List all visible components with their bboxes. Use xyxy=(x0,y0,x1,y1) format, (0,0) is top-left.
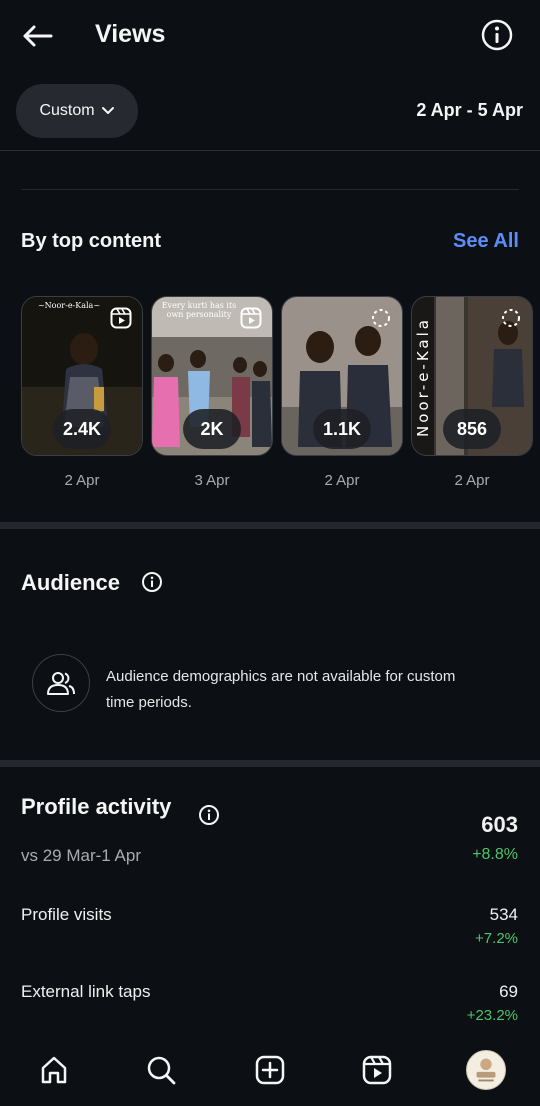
header: Views xyxy=(0,0,540,72)
section-separator xyxy=(0,760,540,767)
loading-icon xyxy=(372,309,390,327)
people-icon xyxy=(32,654,90,712)
info-icon[interactable] xyxy=(480,18,514,52)
section-separator xyxy=(0,522,540,529)
divider xyxy=(0,150,540,151)
thumbnail-caption: Noor-e-Kala xyxy=(414,317,432,437)
chevron-down-icon xyxy=(101,107,114,114)
content-date: 2 Apr xyxy=(324,472,360,489)
profile-activity-title: Profile activity xyxy=(21,794,172,819)
create-icon[interactable] xyxy=(250,1050,290,1090)
external-link-taps-value: 69 xyxy=(499,982,518,1001)
profile-activity-total: 603 xyxy=(481,812,518,837)
date-range-text: 2 Apr - 5 Apr xyxy=(416,100,523,120)
views-badge: 2K xyxy=(183,409,241,449)
thumbnail-caption: Every kurti has its own personality xyxy=(161,301,237,319)
see-all-link[interactable]: See All xyxy=(453,230,519,253)
views-badge: 856 xyxy=(443,409,501,449)
page-title: Views xyxy=(95,20,166,48)
search-icon[interactable] xyxy=(141,1050,181,1090)
thumbnail-caption: ~Noor-e-Kala~ xyxy=(37,301,101,310)
views-badge: 2.4K xyxy=(52,409,112,449)
content-date: 2 Apr xyxy=(454,472,490,489)
filter-row: Custom 2 Apr - 5 Apr xyxy=(0,84,540,138)
bottom-navigation xyxy=(0,1036,540,1106)
content-thumbnail[interactable]: 1.1K xyxy=(281,296,403,456)
profile-activity-delta: +8.8% xyxy=(472,846,518,863)
comparison-period: vs 29 Mar-1 Apr xyxy=(21,846,141,865)
loading-icon xyxy=(502,309,520,327)
content-thumbnail[interactable]: ~Noor-e-Kala~ 2.4K xyxy=(21,296,143,456)
top-content-list: ~Noor-e-Kala~ 2.4K 2 Apr Every kurti has… xyxy=(21,296,540,496)
profile-visits-value: 534 xyxy=(489,905,518,924)
external-link-taps-label: External link taps xyxy=(21,982,151,1001)
info-icon[interactable] xyxy=(141,571,163,593)
date-range-dropdown[interactable]: Custom xyxy=(16,84,138,138)
home-icon[interactable] xyxy=(34,1050,74,1090)
content-date: 2 Apr xyxy=(64,472,100,489)
reel-icon xyxy=(110,307,132,329)
profile-visits-label: Profile visits xyxy=(21,905,112,924)
content-date: 3 Apr xyxy=(194,472,230,489)
info-icon[interactable] xyxy=(198,804,220,826)
top-content-title: By top content xyxy=(21,230,161,252)
reels-icon[interactable] xyxy=(357,1050,397,1090)
divider xyxy=(21,189,519,190)
date-range-dropdown-label: Custom xyxy=(39,102,95,119)
content-thumbnail[interactable]: Every kurti has its own personality 2K xyxy=(151,296,273,456)
external-link-taps-delta: +23.2% xyxy=(466,1007,518,1024)
views-badge: 1.1K xyxy=(312,409,372,449)
reel-icon xyxy=(240,307,262,329)
audience-title: Audience xyxy=(21,570,121,595)
audience-message: Audience demographics are not available … xyxy=(106,668,456,711)
content-thumbnail[interactable]: Noor-e-Kala 856 xyxy=(411,296,533,456)
profile-visits-delta: +7.2% xyxy=(475,930,518,947)
back-arrow-icon[interactable] xyxy=(18,18,56,54)
profile-avatar[interactable] xyxy=(466,1050,506,1090)
